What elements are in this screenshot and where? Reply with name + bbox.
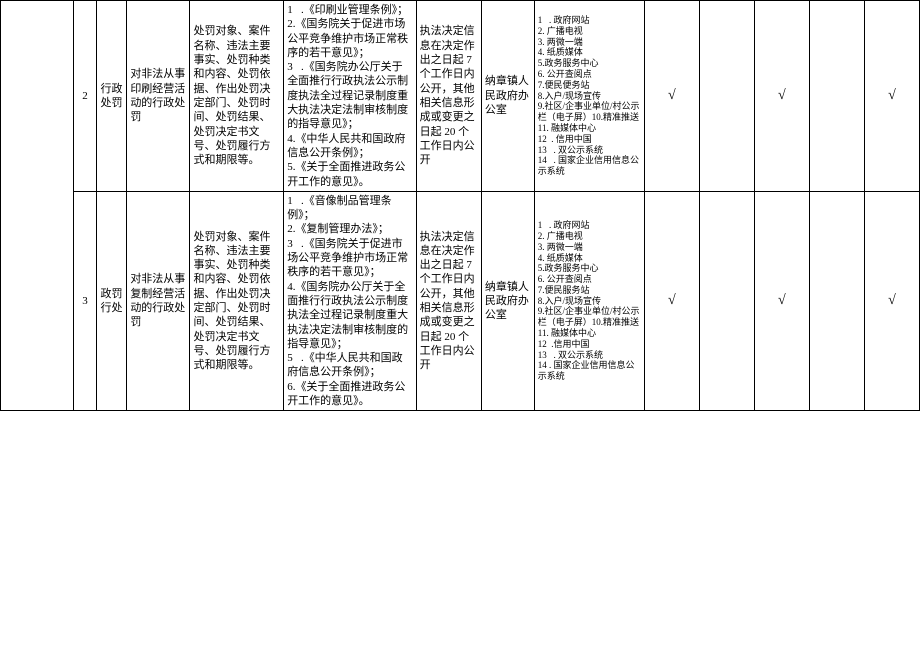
check-cell-5: √ [864, 191, 919, 410]
category-text: 政罚行处 [101, 288, 123, 314]
basis-cell: 1 .《音像制品管理条例》； 2.《复制管理办法》； 3 .《国务院关于促进市场… [284, 191, 416, 410]
basis-cell: 1 .《印刷业管理条例》； 2.《国务院关于促进市场公平竞争维护市场正常秩序的若… [284, 1, 416, 192]
table-row: 3 政罚行处 对非法从事复制经营活动的行政处罚 处罚对象、案件名称、违法主要事实… [1, 191, 920, 410]
channels-cell: 1 . 政府网站 2. 广播电视 3. 两微一端 4. 纸质媒体 5.政务服务中… [534, 191, 644, 410]
dept-cell: 纳章镇人民政府办公室 [481, 1, 534, 192]
table-row: 2 行政处罚 对非法从事印刷经营活动的行政处罚 处罚对象、案件名称、违法主要事实… [1, 1, 920, 192]
check-cell-3: √ [754, 191, 809, 410]
check-cell-2 [699, 1, 754, 192]
check-icon: √ [668, 293, 676, 308]
check-icon: √ [888, 293, 896, 308]
check-icon: √ [888, 88, 896, 103]
check-icon: √ [778, 293, 786, 308]
check-cell-1: √ [644, 191, 699, 410]
left-margin-cell [1, 1, 74, 411]
dept-cell: 纳章镇人民政府办公室 [481, 191, 534, 410]
check-cell-3: √ [754, 1, 809, 192]
check-cell-1: √ [644, 1, 699, 192]
row-number: 2 [74, 1, 96, 192]
check-cell-4 [809, 191, 864, 410]
title-cell: 对非法从事印刷经营活动的行政处罚 [127, 1, 190, 192]
title-cell: 对非法从事复制经营活动的行政处罚 [127, 191, 190, 410]
timing-cell: 执法决定信息在决定作出之日起 7 个工作日内公开，其他相关信息形成或变更之日起 … [416, 1, 481, 192]
row-number: 3 [74, 191, 96, 410]
check-icon: √ [668, 88, 676, 103]
category-text: 行政处罚 [101, 83, 123, 109]
content-cell: 处罚对象、案件名称、违法主要事实、处罚种类和内容、处罚依据、作出处罚决定部门、处… [190, 191, 284, 410]
category-cell: 政罚行处 [96, 191, 127, 410]
check-cell-2 [699, 191, 754, 410]
check-icon: √ [778, 88, 786, 103]
category-cell: 行政处罚 [96, 1, 127, 192]
channels-cell: 1 . 政府网站 2. 广播电视 3. 两微一端 4. 纸质媒体 5.政务服务中… [534, 1, 644, 192]
timing-cell: 执法决定信息在决定作出之日起 7 个工作日内公开，其他相关信息形成或变更之日起 … [416, 191, 481, 410]
content-cell: 处罚对象、案件名称、违法主要事实、处罚种类和内容、处罚依据、作出处罚决定部门、处… [190, 1, 284, 192]
check-cell-4 [809, 1, 864, 192]
disclosure-table: 2 行政处罚 对非法从事印刷经营活动的行政处罚 处罚对象、案件名称、违法主要事实… [0, 0, 920, 411]
check-cell-5: √ [864, 1, 919, 192]
